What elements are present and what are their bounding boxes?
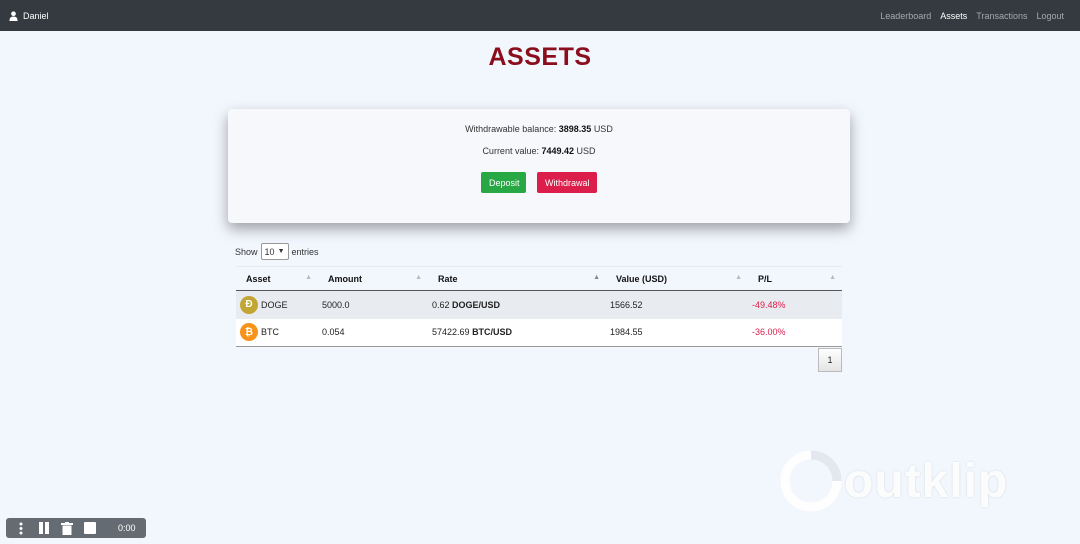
cell-rate: 0.62 DOGE/USD bbox=[428, 290, 606, 319]
sort-icon: ▲ bbox=[829, 274, 836, 281]
cell-value: 1566.52 bbox=[606, 290, 748, 319]
column-header-rate[interactable]: Rate ▲ bbox=[428, 266, 606, 291]
user-name: Daniel bbox=[23, 10, 49, 21]
column-header-pl[interactable]: P/L ▲ bbox=[748, 266, 842, 291]
show-label: Show bbox=[235, 246, 258, 257]
stop-icon[interactable] bbox=[83, 522, 96, 535]
user-icon bbox=[9, 10, 18, 21]
cell-pl: -36.00% bbox=[748, 318, 842, 347]
current-unit: USD bbox=[576, 146, 596, 156]
table-row[interactable]: Ð DOGE 5000.0 0.62 DOGE/USD 1566.52 -49.… bbox=[236, 290, 842, 319]
sort-icon: ▲︎ bbox=[305, 274, 312, 281]
cell-asset: Ð DOGE bbox=[236, 290, 318, 319]
cell-amount: 5000.0 bbox=[318, 290, 428, 319]
withdrawable-unit: USD bbox=[593, 124, 613, 134]
trash-icon[interactable] bbox=[60, 521, 73, 535]
nav-user[interactable]: Daniel bbox=[9, 11, 49, 21]
deposit-button[interactable]: Deposit bbox=[481, 172, 526, 193]
page-title: ASSETS bbox=[488, 43, 592, 71]
navbar: Daniel Leaderboard Assets Transactions L… bbox=[0, 0, 1080, 31]
column-header-asset[interactable]: Asset ▲︎ bbox=[236, 266, 318, 291]
more-vertical-icon[interactable] bbox=[14, 522, 27, 535]
nav-link-assets[interactable]: Assets bbox=[940, 11, 967, 21]
rate-pair: DOGE/USD bbox=[452, 299, 501, 310]
column-label: Value (USD) bbox=[616, 273, 668, 284]
column-label: P/L bbox=[758, 273, 773, 284]
watermark-text: outklip bbox=[844, 454, 1009, 508]
entries-label: entries bbox=[291, 246, 319, 257]
sort-icon: ▲ bbox=[735, 274, 742, 281]
asset-name: BTC bbox=[261, 327, 279, 338]
rate-value: 57422.69 bbox=[432, 327, 470, 338]
entries-value: 10 bbox=[264, 246, 275, 257]
recorder-toolbar: 0:00 bbox=[6, 518, 146, 538]
nav-links: Leaderboard Assets Transactions Logout bbox=[880, 11, 1064, 21]
sort-asc-icon: ▲ bbox=[593, 274, 600, 281]
entries-select[interactable]: 10 ▼ bbox=[260, 243, 289, 260]
current-value-amount: 7449.42 bbox=[541, 146, 575, 156]
chevron-down-icon: ▼ bbox=[277, 248, 285, 255]
assets-table: Asset ▲︎ Amount ▲ Rate ▲ Value (USD) ▲ P… bbox=[236, 266, 842, 347]
current-value: Current value: 7449.42 USD bbox=[228, 146, 850, 156]
withdrawable-label: Withdrawable balance: bbox=[465, 124, 557, 134]
entries-length-control: Show 10 ▼ entries bbox=[235, 243, 319, 260]
outklip-logo-icon bbox=[780, 450, 842, 512]
column-header-amount[interactable]: Amount ▲ bbox=[318, 266, 428, 291]
rate-value: 0.62 bbox=[432, 299, 450, 310]
balance-actions: Deposit Withdrawal bbox=[228, 172, 850, 193]
outklip-watermark: outklip bbox=[778, 448, 1018, 514]
rate-pair: BTC/USD bbox=[472, 327, 513, 338]
doge-coin-icon: Ð bbox=[240, 295, 258, 314]
cell-rate: 57422.69 BTC/USD bbox=[428, 318, 606, 347]
cell-asset: ₿ BTC bbox=[236, 318, 318, 347]
withdrawal-button[interactable]: Withdrawal bbox=[537, 172, 597, 193]
column-label: Amount bbox=[328, 273, 362, 284]
nav-link-transactions[interactable]: Transactions bbox=[976, 11, 1027, 21]
nav-link-leaderboard[interactable]: Leaderboard bbox=[880, 11, 931, 21]
pagination-page-button[interactable]: 1 bbox=[818, 348, 842, 372]
asset-name: DOGE bbox=[261, 299, 288, 310]
cell-value: 1984.55 bbox=[606, 318, 748, 347]
assets-table-wrapper: Asset ▲︎ Amount ▲ Rate ▲ Value (USD) ▲ P… bbox=[236, 266, 842, 347]
cell-pl: -49.48% bbox=[748, 290, 842, 319]
withdrawable-balance: Withdrawable balance: 3898.35 USD bbox=[228, 124, 850, 134]
nav-link-logout[interactable]: Logout bbox=[1036, 11, 1064, 21]
column-label: Rate bbox=[438, 273, 458, 284]
column-label: Asset bbox=[246, 273, 271, 284]
balance-card: Withdrawable balance: 3898.35 USD Curren… bbox=[228, 109, 850, 223]
sort-icon: ▲ bbox=[415, 274, 422, 281]
table-row[interactable]: ₿ BTC 0.054 57422.69 BTC/USD 1984.55 -36… bbox=[236, 318, 842, 347]
current-label: Current value: bbox=[482, 146, 539, 156]
cell-amount: 0.054 bbox=[318, 318, 428, 347]
pause-icon[interactable] bbox=[37, 522, 50, 535]
table-header-row: Asset ▲︎ Amount ▲ Rate ▲ Value (USD) ▲ P… bbox=[236, 266, 842, 291]
recording-time: 0:00 bbox=[118, 523, 136, 533]
btc-coin-icon: ₿ bbox=[240, 323, 258, 342]
withdrawable-value: 3898.35 bbox=[558, 124, 592, 134]
column-header-value[interactable]: Value (USD) ▲ bbox=[606, 266, 748, 291]
